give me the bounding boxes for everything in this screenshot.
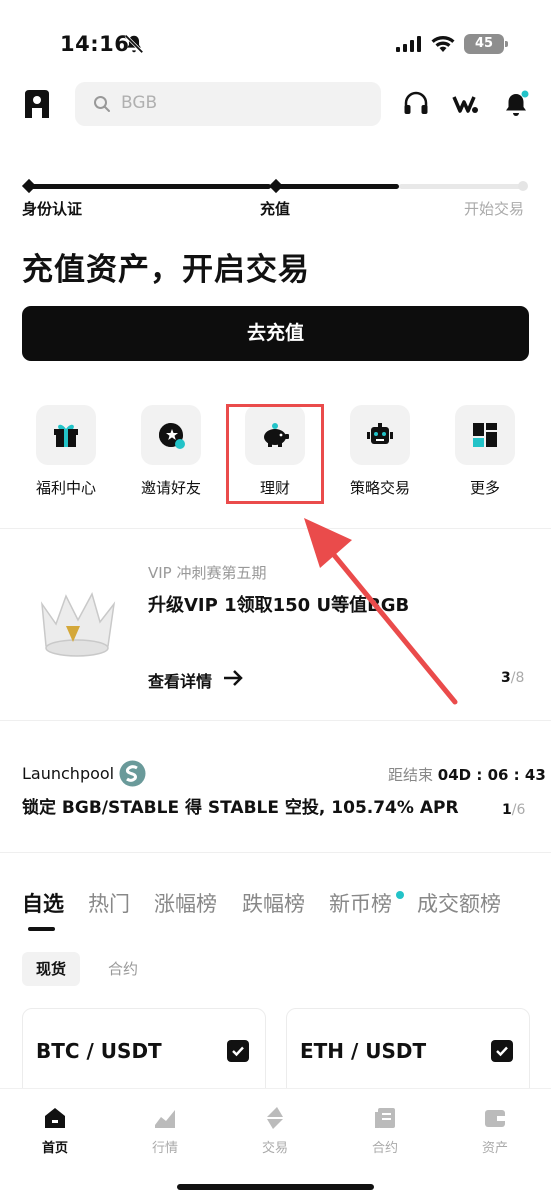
progress-step-label: 充值 xyxy=(260,200,291,218)
countdown-value: 04D : 06 : 43 xyxy=(437,766,546,784)
subtab-futures[interactable]: 合约 xyxy=(94,952,152,986)
wifi-icon xyxy=(431,36,455,52)
pager-current: 1 xyxy=(502,802,512,818)
quick-action-invite[interactable]: 邀请好友 xyxy=(136,405,206,498)
contract-icon xyxy=(375,1108,395,1128)
progress-step-dot xyxy=(518,181,528,191)
section-divider xyxy=(0,852,551,853)
quick-action-more[interactable]: 更多 xyxy=(450,405,520,498)
check-icon xyxy=(496,1046,508,1057)
grid-icon xyxy=(473,423,497,447)
quick-action-icon-box xyxy=(141,405,201,465)
tab-new-listings[interactable]: 新币榜 xyxy=(329,888,392,918)
battery-indicator: 45 xyxy=(464,34,508,54)
status-time: 14:16 xyxy=(60,32,130,56)
progress-track-done xyxy=(26,184,271,189)
check-icon xyxy=(232,1046,244,1057)
signal-icon xyxy=(396,36,421,52)
quick-action-strategy[interactable]: 策略交易 xyxy=(345,405,415,498)
subtab-spot[interactable]: 现货 xyxy=(22,952,81,986)
nav-label: 行情 xyxy=(151,1141,178,1156)
checkbox-checked-icon[interactable] xyxy=(227,1040,249,1062)
quick-action-label: 策略交易 xyxy=(349,479,410,497)
quick-action-icon-box xyxy=(350,405,410,465)
tab-losers[interactable]: 跌幅榜 xyxy=(242,888,305,918)
search-bar[interactable]: BGB xyxy=(75,82,381,126)
chart-icon xyxy=(155,1110,175,1128)
swap-icon xyxy=(267,1107,283,1129)
quick-action-label: 邀请好友 xyxy=(140,479,201,497)
search-icon xyxy=(94,96,110,112)
launchpool-title[interactable]: Launchpool xyxy=(22,764,114,783)
progress-step-dot xyxy=(21,178,37,194)
nav-home[interactable]: 首页 xyxy=(20,1105,90,1156)
launchpool-countdown: 距结束 04D : 06 : 43 xyxy=(388,764,546,785)
pager-current: 3 xyxy=(501,670,511,686)
launchpool-pager: 1/6 xyxy=(502,802,525,818)
invite-icon xyxy=(159,423,185,449)
nav-label: 交易 xyxy=(261,1141,288,1156)
page-headline: 充值资产，开启交易 xyxy=(22,252,310,288)
home-icon xyxy=(45,1108,65,1128)
tab-gainers[interactable]: 涨幅榜 xyxy=(154,888,217,918)
new-indicator-dot xyxy=(396,891,404,899)
progress-step-label: 开始交易 xyxy=(464,200,525,218)
quick-action-label: 福利中心 xyxy=(35,479,96,497)
bell-off-icon xyxy=(124,34,144,54)
quick-action-icon-box xyxy=(36,405,96,465)
home-indicator xyxy=(177,1184,374,1190)
countdown-label: 距结束 xyxy=(388,766,434,784)
nav-label: 合约 xyxy=(371,1141,398,1156)
banner-details-link[interactable]: 查看详情 xyxy=(148,668,212,692)
nav-futures[interactable]: 合约 xyxy=(350,1105,420,1156)
nav-markets[interactable]: 行情 xyxy=(130,1105,200,1156)
wallet-icon xyxy=(485,1110,505,1127)
wallet-connect-icon[interactable] xyxy=(452,90,480,118)
search-placeholder: BGB xyxy=(121,93,158,113)
headset-icon[interactable] xyxy=(402,90,430,118)
active-tab-underline xyxy=(28,927,55,931)
app-logo-icon[interactable] xyxy=(22,88,52,120)
launchpool-description[interactable]: 锁定 BGB/STABLE 得 STABLE 空投, 105.74% APR xyxy=(22,793,459,818)
robot-icon xyxy=(367,423,393,444)
banner-subtitle: VIP 冲刺赛第五期 xyxy=(148,564,267,582)
checkbox-checked-icon[interactable] xyxy=(491,1040,513,1062)
watchlist-card[interactable]: BTC / USDT xyxy=(22,1008,266,1098)
nav-label: 资产 xyxy=(481,1141,508,1156)
progress-step-dot xyxy=(268,178,284,194)
tab-favorites[interactable]: 自选 xyxy=(22,888,64,918)
nav-trade[interactable]: 交易 xyxy=(240,1105,310,1156)
vip-crown-image xyxy=(40,592,116,657)
trading-pair: ETH / USDT xyxy=(300,1039,427,1063)
section-divider xyxy=(0,720,551,721)
nav-assets[interactable]: 资产 xyxy=(460,1105,530,1156)
watchlist-card[interactable]: ETH / USDT xyxy=(286,1008,530,1098)
tab-volume[interactable]: 成交额榜 xyxy=(417,888,501,918)
notification-bell-icon[interactable] xyxy=(502,90,530,118)
tab-hot[interactable]: 热门 xyxy=(88,888,130,918)
status-bar: 14:16 45 xyxy=(0,0,551,80)
gift-icon xyxy=(54,424,78,447)
pager-total: /6 xyxy=(511,802,526,818)
annotation-arrow-icon xyxy=(304,518,458,705)
quick-action-rewards[interactable]: 福利中心 xyxy=(31,405,101,498)
deposit-button[interactable]: 去充值 xyxy=(22,306,529,361)
stable-token-icon xyxy=(119,760,146,787)
progress-track-current xyxy=(275,184,399,189)
quick-action-icon-box xyxy=(455,405,515,465)
nav-label: 首页 xyxy=(41,1141,68,1156)
progress-step-label: 身份认证 xyxy=(22,200,83,218)
highlight-annotation-box xyxy=(226,404,324,504)
quick-action-label: 更多 xyxy=(469,479,500,497)
banner-pager: 3/8 xyxy=(501,670,524,686)
progress-track-pending xyxy=(399,184,522,189)
arrow-right-icon[interactable] xyxy=(222,668,244,688)
pager-total: /8 xyxy=(510,670,525,686)
onboarding-progress: 身份认证 充值 开始交易 xyxy=(21,178,530,218)
trading-pair: BTC / USDT xyxy=(36,1039,162,1063)
